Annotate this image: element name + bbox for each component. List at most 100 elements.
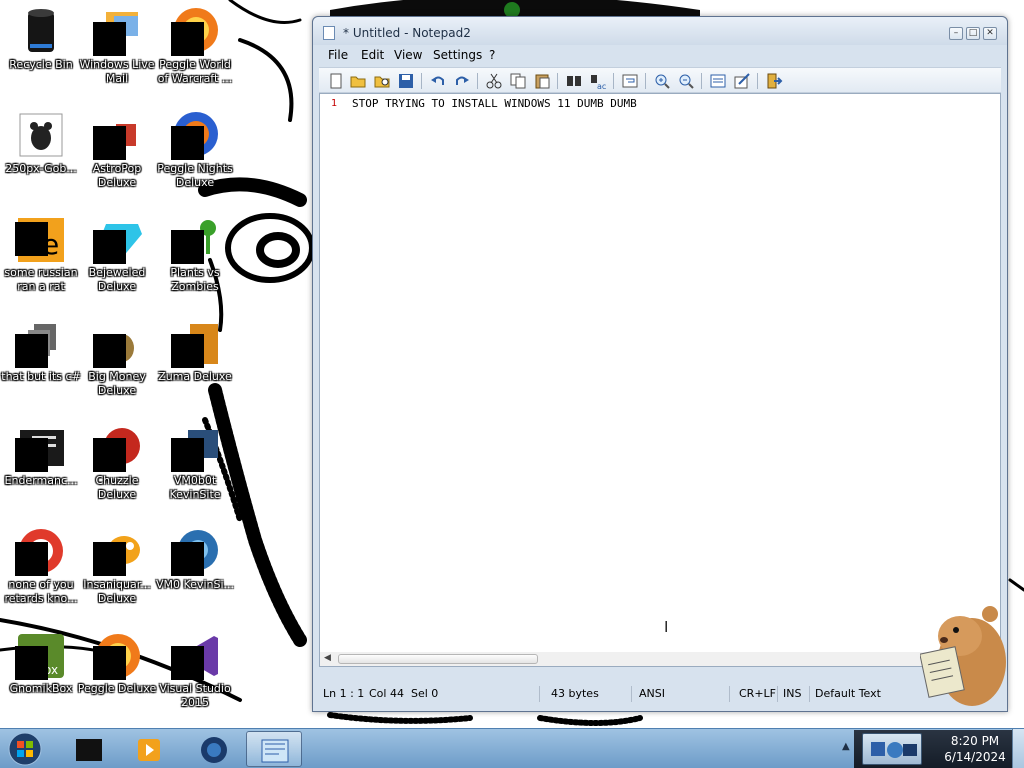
menu-edit[interactable]: Edit — [361, 48, 384, 62]
clock-date[interactable]: 6/14/2024 — [944, 750, 1006, 764]
redacted-block — [93, 126, 126, 160]
status-selection: Sel 0 — [411, 687, 439, 700]
zoom-in-icon[interactable] — [653, 72, 671, 90]
save-icon[interactable] — [397, 72, 415, 90]
notepad2-window: * Untitled - Notepad2 – □ ✕ File Edit Vi… — [312, 16, 1008, 712]
menu-settings[interactable]: Settings — [433, 48, 482, 62]
taskbar: ▲ 8:20 PM 6/14/2024 — [0, 728, 1024, 768]
find-icon[interactable] — [565, 72, 583, 90]
desktop-icon-russian-rat[interactable]: e some russian ran a rat — [0, 208, 82, 308]
status-encoding[interactable]: ANSI — [639, 687, 665, 700]
desktop-icon-windows-live-mail[interactable]: Windows Live Mail — [76, 0, 158, 100]
toolbar-separator — [421, 73, 422, 89]
redacted-block — [171, 438, 204, 472]
desktop-icon-chuzzle[interactable]: Chuzzle Deluxe — [76, 416, 158, 516]
customize-scheme-icon[interactable] — [733, 72, 751, 90]
desktop-icon-endermanch[interactable]: Endermanc... — [0, 416, 82, 516]
status-separator — [777, 686, 778, 702]
desktop-icon-bejeweled[interactable]: Bejeweled Deluxe — [76, 208, 158, 308]
undo-icon[interactable] — [429, 72, 447, 90]
cut-icon[interactable] — [485, 72, 503, 90]
desktop-icon-vm0b0t[interactable]: VM0b0t KevinSite — [154, 416, 236, 516]
redacted-block — [15, 542, 48, 576]
show-desktop-button[interactable] — [1012, 729, 1024, 768]
clock-time[interactable]: 8:20 PM — [944, 734, 1006, 748]
notepad-document-icon — [323, 26, 335, 40]
desktop-icon-label: Peggle World of Warcraft ... — [157, 58, 233, 85]
desktop-icon-visual-studio[interactable]: Visual Studio 2015 — [154, 624, 236, 724]
desktop-icon-astropop[interactable]: AstroPop Deluxe — [76, 104, 158, 204]
editor-area[interactable]: 1 STOP TRYING TO INSTALL WINDOWS 11 DUMB… — [319, 93, 1001, 667]
show-hidden-icons-arrow-icon[interactable]: ▲ — [842, 741, 850, 752]
scrollbar-thumb[interactable] — [338, 654, 538, 664]
desktop-icon-big-money[interactable]: Big Money Deluxe — [76, 312, 158, 412]
exit-icon[interactable] — [765, 72, 783, 90]
window-titlebar[interactable]: * Untitled - Notepad2 – □ ✕ — [313, 17, 1007, 45]
paste-icon[interactable] — [533, 72, 551, 90]
horizontal-scrollbar[interactable]: ◀ — [320, 652, 1000, 666]
desktop-icon-peggle-deluxe[interactable]: Peggle Deluxe — [76, 624, 158, 724]
tray-app-preview[interactable] — [862, 733, 922, 765]
toolbar-separator — [757, 73, 758, 89]
hamster-gadget-icon — [920, 606, 1006, 706]
desktop-icon-recycle-bin[interactable]: Recycle Bin — [0, 0, 82, 100]
recycle-bin-icon — [28, 9, 54, 52]
redo-icon[interactable] — [453, 72, 471, 90]
zoom-out-icon[interactable] — [677, 72, 695, 90]
desktop-icon-gnomikbox[interactable]: ox GnomikBox — [0, 624, 82, 724]
menu-view[interactable]: View — [394, 48, 422, 62]
redacted-block — [15, 222, 48, 256]
redacted-block — [15, 438, 48, 472]
start-button[interactable] — [6, 731, 44, 767]
desktop-icon-zuma[interactable]: Zuma Deluxe — [154, 312, 236, 412]
scroll-left-arrow-icon[interactable]: ◀ — [324, 653, 331, 663]
status-scheme[interactable]: Default Text — [815, 687, 881, 700]
desktop-icon-peggle-wow[interactable]: Peggle World of Warcraft ... — [154, 0, 236, 100]
editor-text[interactable]: STOP TRYING TO INSTALL WINDOWS 11 DUMB D… — [352, 97, 637, 110]
desktop-icon-that-but-csharp[interactable]: that but its c# — [0, 312, 82, 412]
desktop-icon-plants-vs-zombies[interactable]: Plants vs Zombies — [154, 208, 236, 308]
desktop-icon-label: Big Money Deluxe — [88, 370, 146, 397]
maximize-button[interactable]: □ — [966, 27, 980, 40]
menu-file[interactable]: File — [328, 48, 348, 62]
desktop-icon-label: Chuzzle Deluxe — [95, 474, 139, 501]
redacted-block — [171, 22, 204, 56]
replace-icon[interactable]: ac — [589, 72, 607, 90]
desktop-icon-label: VM0b0t KevinSite — [169, 474, 221, 501]
close-button[interactable]: ✕ — [983, 27, 997, 40]
status-column: Col 44 — [369, 687, 404, 700]
status-separator — [539, 686, 540, 702]
menu-help[interactable]: ? — [489, 48, 495, 62]
redacted-block — [171, 230, 204, 264]
select-scheme-icon[interactable] — [709, 72, 727, 90]
new-icon[interactable] — [327, 72, 345, 90]
desktop-icon-peggle-nights[interactable]: Peggle Nights Deluxe — [154, 104, 236, 204]
browse-icon[interactable] — [373, 72, 391, 90]
notepad-app-icon — [261, 739, 289, 763]
status-separator — [729, 686, 730, 702]
window-title: * Untitled - Notepad2 — [343, 26, 471, 40]
copy-icon[interactable] — [509, 72, 527, 90]
redacted-block — [171, 646, 204, 680]
redacted-block — [171, 126, 204, 160]
svg-text:ac: ac — [597, 82, 606, 90]
desktop-icon-label: Windows Live Mail — [79, 58, 155, 85]
open-icon[interactable] — [349, 72, 367, 90]
taskbar-app-black-box[interactable] — [60, 731, 116, 767]
toolbar-separator — [645, 73, 646, 89]
status-insert-mode[interactable]: INS — [783, 687, 801, 700]
minimize-button[interactable]: – — [949, 27, 963, 40]
desktop-icon-label: some russian ran a rat — [4, 266, 78, 293]
status-line-endings[interactable]: CR+LF — [739, 687, 776, 700]
word-wrap-icon[interactable] — [621, 72, 639, 90]
taskbar-app-notepad2[interactable] — [246, 731, 302, 767]
desktop-icon-gob[interactable]: 250px-Gob... — [0, 104, 82, 204]
desktop-icon-none-of-you[interactable]: none of you retards kno... — [0, 520, 82, 620]
status-separator — [631, 686, 632, 702]
taskbar-app-media-player[interactable] — [122, 731, 178, 767]
desktop-icon-insaniquarium[interactable]: Insaniquar... Deluxe — [76, 520, 158, 620]
desktop-icon-label: Peggle Nights Deluxe — [157, 162, 233, 189]
desktop-icon-vm0[interactable]: VM0 KevinSi... — [154, 520, 236, 620]
desktop-icon-label: none of you retards kno... — [4, 578, 78, 605]
taskbar-app-orb[interactable] — [186, 731, 242, 767]
